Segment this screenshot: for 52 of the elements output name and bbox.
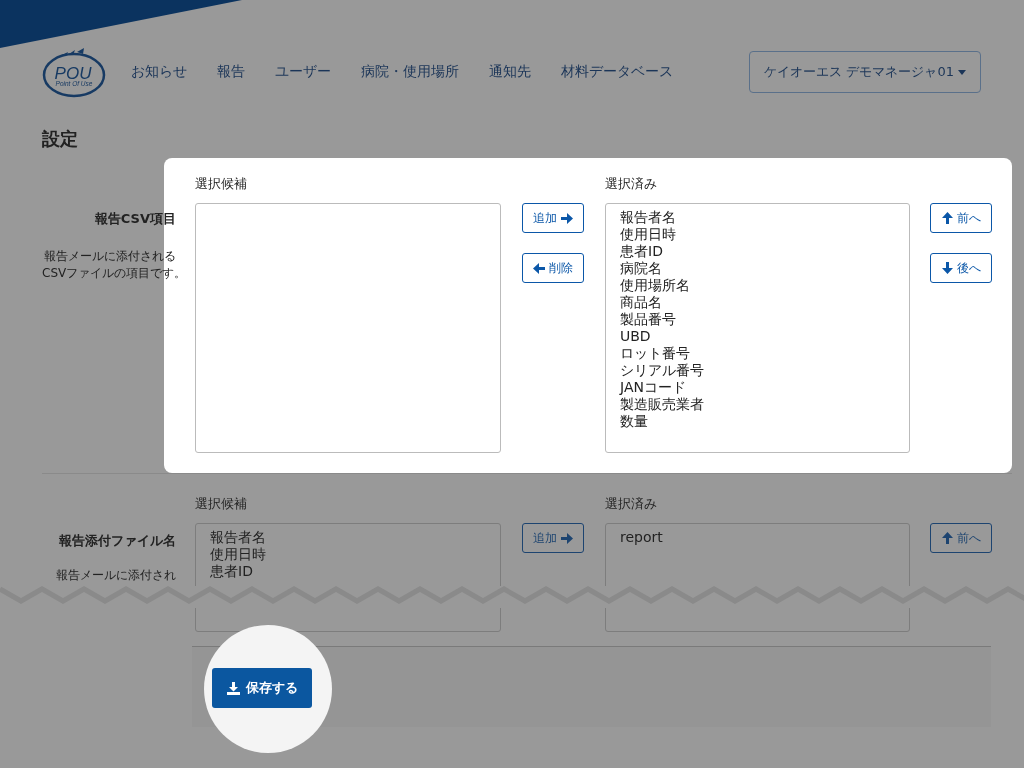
- move-down-button[interactable]: 後へ: [930, 253, 992, 283]
- list-option[interactable]: 使用日時: [210, 546, 486, 563]
- list-option[interactable]: シリアル番号: [620, 362, 895, 379]
- setting-description: CSVファイルの項目です。: [42, 265, 176, 282]
- add-button[interactable]: 追加: [522, 203, 584, 233]
- remove-button[interactable]: 削除: [522, 253, 584, 283]
- list-heading: 選択済み: [605, 175, 658, 193]
- save-button[interactable]: 保存する: [212, 668, 312, 708]
- list-heading: 選択候補: [195, 495, 248, 513]
- list-option[interactable]: JANコード: [620, 379, 895, 396]
- list-option[interactable]: UBD: [620, 328, 895, 345]
- setting-description: 報告メールに添付される: [43, 248, 176, 265]
- nav-link[interactable]: ユーザー: [275, 63, 331, 81]
- caret-icon: [958, 69, 966, 75]
- left-arrow-icon: [533, 262, 545, 274]
- add-button[interactable]: 追加: [522, 523, 584, 553]
- setting-description: 報告メールに添付され: [55, 567, 176, 584]
- list-option[interactable]: 報告者名: [210, 529, 486, 546]
- list-option[interactable]: 製造販売業者: [620, 396, 895, 413]
- move-up-button[interactable]: 前へ: [930, 203, 992, 233]
- nav-link[interactable]: 病院・使用場所: [361, 63, 459, 81]
- list-option[interactable]: report: [620, 529, 895, 546]
- nav-link[interactable]: 材料データベース: [561, 63, 673, 81]
- page-title: 設定: [42, 128, 79, 150]
- list-option[interactable]: 使用日時: [620, 226, 895, 243]
- list-box[interactable]: [195, 203, 501, 453]
- list-box[interactable]: report: [605, 523, 910, 632]
- list-option[interactable]: 患者ID: [620, 243, 895, 260]
- up-arrow-icon: [941, 212, 953, 224]
- list-option[interactable]: 製品番号: [620, 311, 895, 328]
- list-option[interactable]: 病院名: [620, 260, 895, 277]
- nav-link[interactable]: 通知先: [489, 63, 531, 81]
- list-box[interactable]: 報告者名 使用日時 患者ID 病院名 使用場所名 商品名 製品番号 UBD ロット番号 シリアル番号 JANコード 製造販売業者 数量: [605, 203, 910, 453]
- setting-label: 報告CSV項目: [93, 210, 176, 228]
- up-arrow-icon: [941, 532, 953, 544]
- list-option[interactable]: 使用場所名: [620, 277, 895, 294]
- list-option[interactable]: 数量: [620, 413, 895, 430]
- list-option[interactable]: ロット番号: [620, 345, 895, 362]
- nav-link[interactable]: 報告: [217, 63, 245, 81]
- download-icon: [226, 681, 240, 695]
- nav-link[interactable]: お知らせ: [131, 63, 187, 81]
- right-arrow-icon: [561, 532, 573, 544]
- list-heading: 選択候補: [195, 175, 248, 193]
- right-arrow-icon: [561, 212, 573, 224]
- move-up-button[interactable]: 前へ: [930, 523, 992, 553]
- list-option[interactable]: 報告者名: [620, 209, 895, 226]
- down-arrow-icon: [941, 262, 953, 274]
- setting-label: 報告添付ファイル名: [58, 532, 176, 550]
- list-option[interactable]: 商品名: [620, 294, 895, 311]
- list-option[interactable]: 患者ID: [210, 563, 486, 580]
- list-heading: 選択済み: [605, 495, 658, 513]
- user-menu-button[interactable]: ケイオーエス デモマネージャ01: [749, 51, 981, 93]
